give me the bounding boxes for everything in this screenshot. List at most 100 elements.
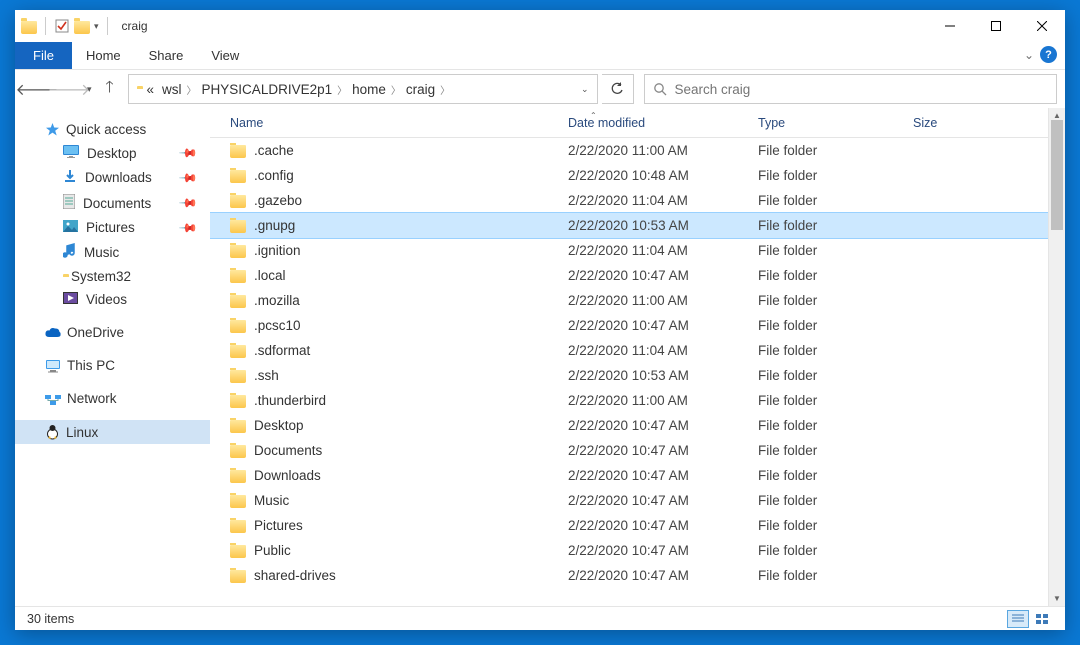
breadcrumb-sep[interactable]: 〉 [439, 82, 451, 97]
qa-dropdown-icon[interactable]: ▾ [94, 21, 99, 32]
sidebar-item-system32[interactable]: System32 [15, 265, 210, 288]
file-name: .cache [254, 143, 294, 158]
table-row[interactable]: shared-drives 2/22/2020 10:47 AM File fo… [210, 563, 1065, 588]
sidebar-item-desktop[interactable]: Desktop 📌 [15, 141, 210, 165]
sidebar-item-videos[interactable]: Videos [15, 288, 210, 311]
table-row[interactable]: .thunderbird 2/22/2020 11:00 AM File fol… [210, 388, 1065, 413]
scroll-thumb[interactable] [1051, 120, 1063, 230]
title-separator-2 [107, 17, 108, 35]
table-row[interactable]: .mozilla 2/22/2020 11:00 AM File folder [210, 288, 1065, 313]
table-row[interactable]: Downloads 2/22/2020 10:47 AM File folder [210, 463, 1065, 488]
address-dropdown[interactable]: ⌄ [573, 84, 597, 95]
breadcrumb-part-1[interactable]: PHYSICALDRIVE2p1 [198, 80, 337, 99]
file-name: shared-drives [254, 568, 336, 583]
breadcrumb-prefix[interactable]: « [143, 80, 159, 99]
maximize-button[interactable] [973, 11, 1019, 41]
sidebar-network[interactable]: Network [15, 387, 210, 410]
table-row[interactable]: Public 2/22/2020 10:47 AM File folder [210, 538, 1065, 563]
table-row[interactable]: .ssh 2/22/2020 10:53 AM File folder [210, 363, 1065, 388]
tab-file[interactable]: File [15, 42, 72, 69]
sidebar-network-label: Network [67, 391, 117, 406]
minimize-button[interactable] [927, 11, 973, 41]
column-type[interactable]: Type [750, 116, 905, 130]
file-name: .sdformat [254, 343, 310, 358]
file-date: 2/22/2020 11:00 AM [560, 143, 750, 158]
sidebar-item-label: Documents [83, 196, 151, 211]
table-row[interactable]: Pictures 2/22/2020 10:47 AM File folder [210, 513, 1065, 538]
column-size[interactable]: Size [905, 116, 1000, 130]
table-row[interactable]: .pcsc10 2/22/2020 10:47 AM File folder [210, 313, 1065, 338]
file-date: 2/22/2020 10:47 AM [560, 518, 750, 533]
file-type: File folder [750, 368, 905, 383]
breadcrumb-sep[interactable]: 〉 [186, 82, 198, 97]
qa-folder-icon[interactable] [74, 18, 90, 34]
breadcrumb-part-3[interactable]: craig [402, 80, 439, 99]
file-name: .gnupg [254, 218, 295, 233]
nav-pane[interactable]: Quick access Desktop 📌 Downloads 📌 Docum… [15, 108, 210, 606]
table-row[interactable]: .cache 2/22/2020 11:00 AM File folder [210, 138, 1065, 163]
content-pane: Name ⌃ Date modified Type Size .cache 2/… [210, 108, 1065, 606]
file-type: File folder [750, 343, 905, 358]
nav-forward-button[interactable]: 🡒 [55, 75, 83, 103]
file-date: 2/22/2020 10:47 AM [560, 468, 750, 483]
table-row[interactable]: Desktop 2/22/2020 10:47 AM File folder [210, 413, 1065, 438]
nav-up-button[interactable]: 🡑 [96, 75, 124, 103]
tab-share[interactable]: Share [135, 42, 198, 69]
details-view-button[interactable] [1007, 610, 1029, 628]
breadcrumb-sep[interactable]: 〉 [390, 82, 402, 97]
search-input[interactable] [675, 82, 1048, 97]
sidebar-linux[interactable]: Linux [15, 420, 210, 444]
file-date: 2/22/2020 11:04 AM [560, 243, 750, 258]
table-row[interactable]: Music 2/22/2020 10:47 AM File folder [210, 488, 1065, 513]
file-list[interactable]: .cache 2/22/2020 11:00 AM File folder .c… [210, 138, 1065, 606]
folder-icon [230, 545, 246, 558]
table-row[interactable]: .gnupg 2/22/2020 10:53 AM File folder [210, 213, 1065, 238]
folder-icon [230, 395, 246, 408]
help-button[interactable]: ? [1040, 46, 1057, 63]
sidebar-this-pc[interactable]: This PC [15, 354, 210, 377]
file-name: .thunderbird [254, 393, 326, 408]
scrollbar[interactable]: ▲ ▼ [1048, 108, 1065, 606]
sidebar-item-music[interactable]: Music [15, 239, 210, 265]
thumbnails-view-button[interactable] [1031, 610, 1053, 628]
sidebar-onedrive[interactable]: OneDrive [15, 321, 210, 344]
file-date: 2/22/2020 11:00 AM [560, 293, 750, 308]
sidebar-item-pictures[interactable]: Pictures 📌 [15, 216, 210, 239]
file-type: File folder [750, 568, 905, 583]
sidebar-quick-access[interactable]: Quick access [15, 118, 210, 141]
network-icon [45, 392, 61, 406]
scroll-down-icon[interactable]: ▼ [1049, 591, 1065, 606]
breadcrumb-part-0[interactable]: wsl [158, 80, 186, 99]
breadcrumb-sep[interactable]: 〉 [336, 82, 348, 97]
table-row[interactable]: .local 2/22/2020 10:47 AM File folder [210, 263, 1065, 288]
pin-icon: 📌 [178, 167, 198, 187]
search-box[interactable] [644, 74, 1057, 104]
file-type: File folder [750, 168, 905, 183]
search-icon [653, 82, 667, 96]
column-name[interactable]: Name [210, 116, 560, 130]
file-name: Pictures [254, 518, 303, 533]
ribbon-chevron-icon[interactable]: ⌄ [1024, 48, 1034, 62]
file-name: Documents [254, 443, 322, 458]
address-bar[interactable]: « wsl 〉 PHYSICALDRIVE2p1 〉 home 〉 craig … [128, 74, 598, 104]
sidebar-onedrive-label: OneDrive [67, 325, 124, 340]
table-row[interactable]: .sdformat 2/22/2020 11:04 AM File folder [210, 338, 1065, 363]
table-row[interactable]: Documents 2/22/2020 10:47 AM File folder [210, 438, 1065, 463]
nav-history-dropdown[interactable]: ▾ [87, 84, 92, 95]
qa-save-icon[interactable] [54, 18, 70, 34]
sidebar-item-documents[interactable]: Documents 📌 [15, 190, 210, 216]
tab-view[interactable]: View [197, 42, 253, 69]
table-row[interactable]: .ignition 2/22/2020 11:04 AM File folder [210, 238, 1065, 263]
file-date: 2/22/2020 10:47 AM [560, 493, 750, 508]
table-row[interactable]: .config 2/22/2020 10:48 AM File folder [210, 163, 1065, 188]
tux-icon [45, 424, 60, 440]
refresh-button[interactable] [602, 74, 634, 104]
file-type: File folder [750, 218, 905, 233]
close-button[interactable] [1019, 11, 1065, 41]
column-date-modified[interactable]: Date modified [560, 116, 750, 130]
tab-home[interactable]: Home [72, 42, 135, 69]
sidebar-item-downloads[interactable]: Downloads 📌 [15, 165, 210, 190]
breadcrumb-part-2[interactable]: home [348, 80, 390, 99]
table-row[interactable]: .gazebo 2/22/2020 11:04 AM File folder [210, 188, 1065, 213]
column-headers: Name ⌃ Date modified Type Size [210, 108, 1065, 138]
